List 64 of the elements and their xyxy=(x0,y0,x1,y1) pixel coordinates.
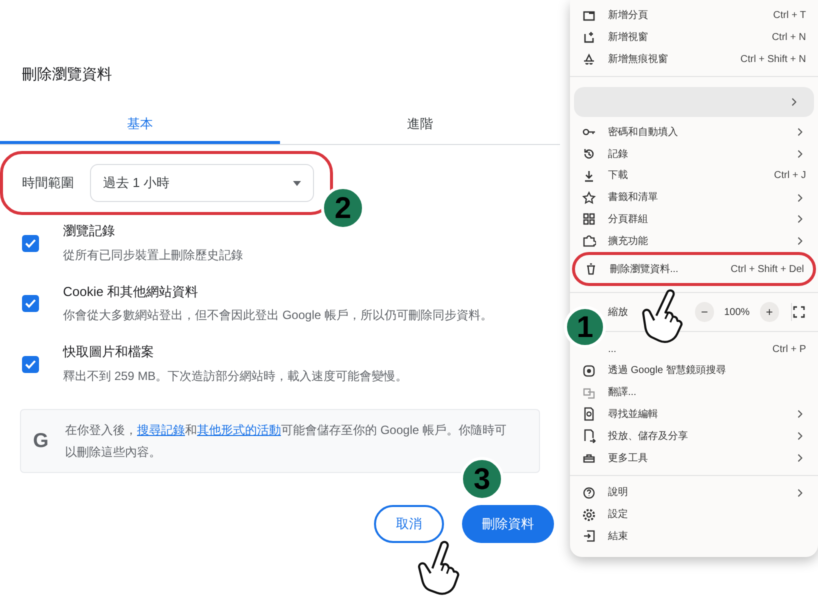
menu-item[interactable]: 擴充功能 xyxy=(570,230,818,252)
option-description: 釋出不到 259 MB。下次造訪部分網站時，載入速度可能會變慢。 xyxy=(63,368,409,384)
info-link[interactable]: 其他形式的活動 xyxy=(197,422,281,436)
time-range-dropdown[interactable]: 過去 1 小時 xyxy=(90,164,314,202)
star-icon xyxy=(582,190,596,205)
menu-item[interactable]: 更多工具 xyxy=(570,447,818,469)
menu-item[interactable]: 分頁群組 xyxy=(570,208,818,230)
checkbox[interactable] xyxy=(22,356,39,373)
menu-item[interactable]: 尋找並編輯 xyxy=(570,404,818,426)
trash-icon xyxy=(584,262,598,276)
checkmark-icon xyxy=(25,238,36,248)
tab-icon xyxy=(582,8,596,23)
dialog-title: 刪除瀏覽資料 xyxy=(21,65,113,85)
help-icon xyxy=(582,486,596,500)
grid-icon xyxy=(582,212,596,226)
zoom-out-button[interactable]: − xyxy=(694,302,714,322)
document-share-icon xyxy=(582,429,596,444)
menu-item[interactable]: 刪除瀏覽資料... Ctrl + Shift + Del xyxy=(572,252,816,286)
option-title: 瀏覽記錄 xyxy=(63,222,116,240)
step-number-badge: 2 xyxy=(321,186,365,230)
checkbox[interactable] xyxy=(22,295,39,312)
menu-item[interactable]: 新增無痕視窗 Ctrl + Shift + N xyxy=(570,48,818,70)
zoom-level: 100% xyxy=(724,306,750,320)
menu-item[interactable]: 書籤和清單 xyxy=(570,186,818,209)
caret-icon xyxy=(293,180,301,186)
zoom-in-button[interactable]: + xyxy=(760,302,779,322)
info-link[interactable]: 搜尋記錄 xyxy=(137,422,185,436)
option-description: 從所有已同步裝置上刪除歷史記錄 xyxy=(63,246,244,264)
exit-icon xyxy=(582,529,596,544)
window-icon xyxy=(582,30,596,45)
document-search-icon xyxy=(582,407,596,422)
menu-item[interactable]: 說明 xyxy=(570,482,818,504)
google-g-logo: G xyxy=(33,428,50,454)
option-title: Cookie 和其他網站資料 xyxy=(63,282,200,300)
fullscreen-icon xyxy=(792,305,806,320)
cancel-button[interactable]: 取消 xyxy=(374,504,444,542)
option-title: 快取圖片和檔案 xyxy=(63,343,155,361)
field-label: 時間範圍 xyxy=(22,174,74,192)
checkbox[interactable] xyxy=(22,234,39,252)
history-icon xyxy=(582,147,596,162)
puzzle-icon xyxy=(582,234,596,248)
checkmark-icon xyxy=(25,360,36,369)
download-icon xyxy=(582,168,596,183)
settings-icon xyxy=(582,508,596,522)
tab[interactable]: 進階 xyxy=(280,106,560,144)
menu-item[interactable]: 記錄 xyxy=(570,143,818,165)
checkmark-icon xyxy=(25,299,36,308)
tab[interactable]: 基本 xyxy=(0,106,280,144)
menu-item[interactable]: 投放、儲存及分享 xyxy=(570,425,818,448)
menu-item[interactable]: 密碼和自動填入 xyxy=(570,121,818,144)
menu-item-label: 縮放 xyxy=(608,306,629,320)
translate-icon xyxy=(582,386,596,400)
step-number-badge: 3 xyxy=(460,457,504,501)
menu-item[interactable]: 結束 xyxy=(570,526,818,548)
lens-icon xyxy=(582,364,596,378)
option-description: 你會從大多數網站登出，但不會因此登出 Google 帳戶，所以仍可刪除同步資料。 xyxy=(63,307,494,324)
menu-item[interactable]: 下載 Ctrl + J xyxy=(570,164,818,187)
delete-data-button[interactable]: 刪除資料 xyxy=(462,504,554,542)
menu-item[interactable]: 翻譯... xyxy=(570,382,818,404)
incognito-icon xyxy=(582,52,596,66)
menu-item[interactable]: 透過 Google 智慧鏡頭搜尋 xyxy=(570,360,818,382)
menu-item[interactable]: 新增視窗 Ctrl + N xyxy=(570,26,818,49)
menu-item[interactable]: 新增分頁 Ctrl + T xyxy=(570,5,818,27)
menu-item[interactable]: 設定 xyxy=(570,504,818,526)
